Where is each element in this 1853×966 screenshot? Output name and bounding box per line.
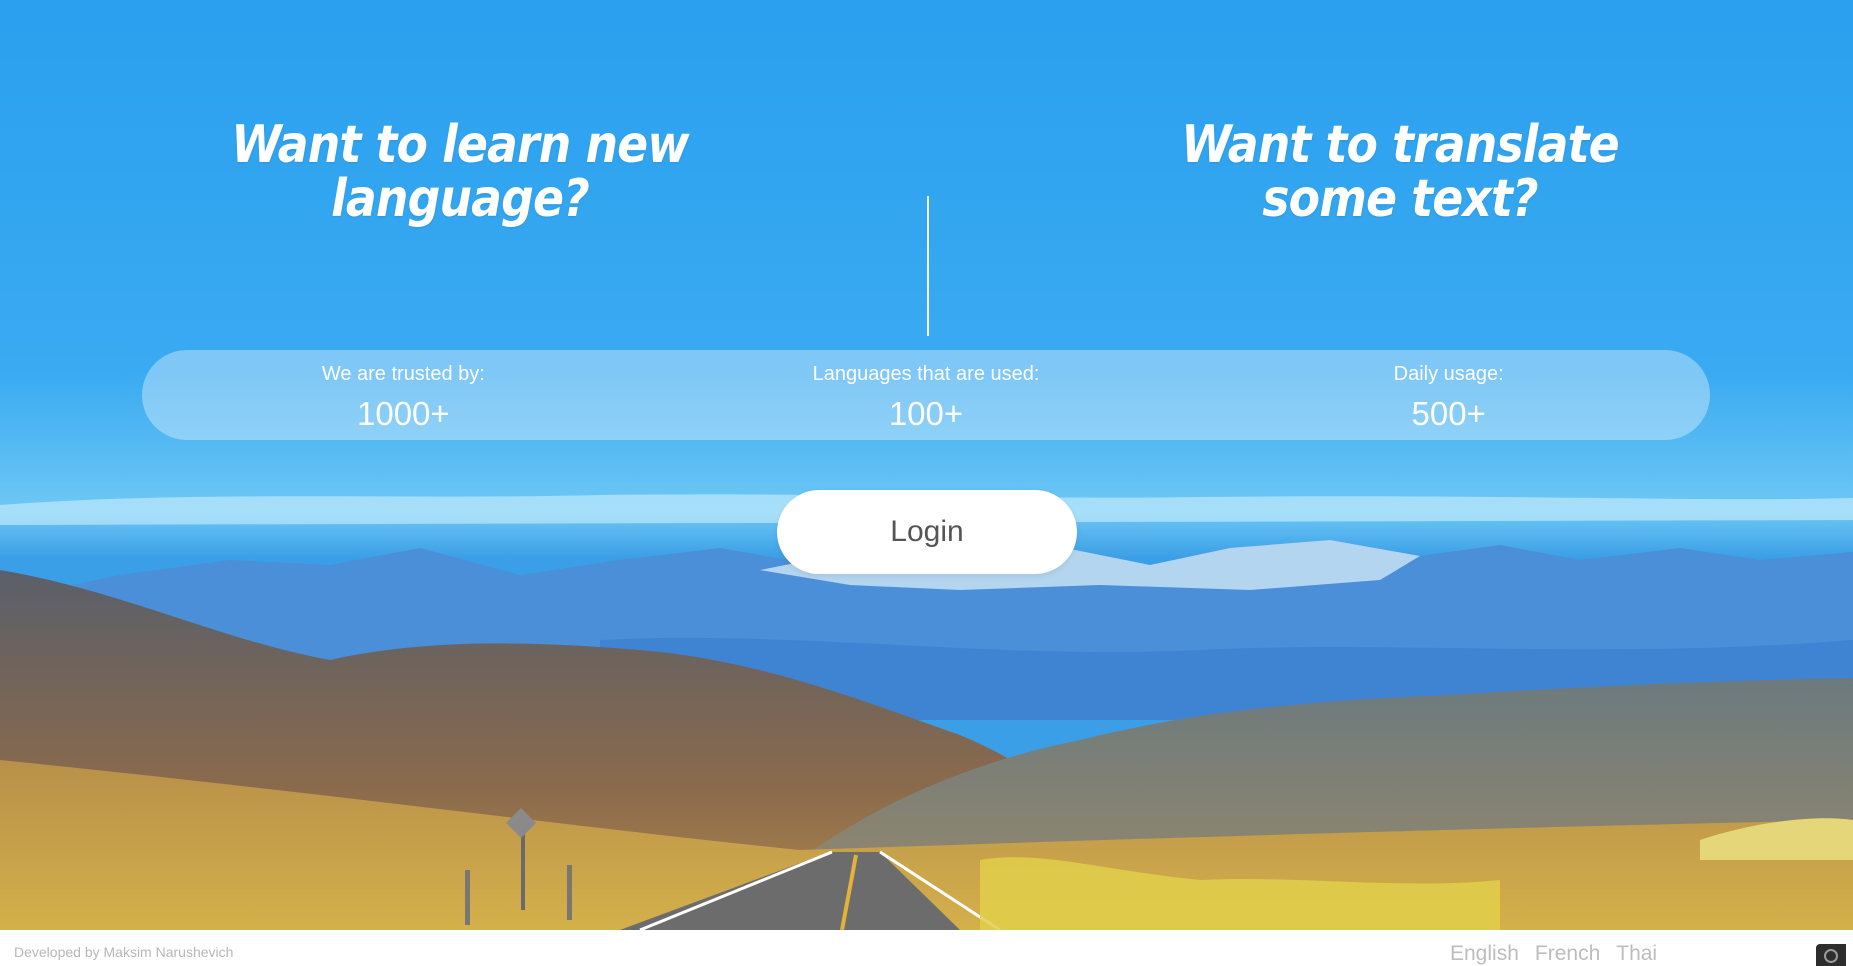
stat-value: 500+ <box>1411 395 1486 432</box>
language-link-english[interactable]: English <box>1450 942 1519 966</box>
stat-value: 100+ <box>888 395 964 432</box>
stat-trusted: We are trusted by: 1000+ <box>142 350 665 440</box>
language-link-french[interactable]: French <box>1535 942 1600 966</box>
developer-credit: Developed by Maksim Narushevich <box>14 944 234 960</box>
stat-label: We are trusted by: <box>321 363 485 385</box>
stat-daily-usage: Daily usage: 500+ <box>1187 350 1710 440</box>
hero-divider <box>927 196 929 336</box>
footer: Developed by Maksim Narushevich English … <box>0 930 1853 966</box>
learn-language-headline: Want to learn new language? <box>231 115 689 229</box>
badge-logo-icon <box>1824 949 1838 963</box>
hero-section: Want to learn new language? Want to tran… <box>0 0 1853 930</box>
stat-value: 1000+ <box>356 395 450 432</box>
language-switcher: English French Thai <box>1450 942 1657 966</box>
stat-label: Daily usage: <box>1393 363 1504 385</box>
stat-label: Languages that are used: <box>812 363 1040 385</box>
login-button[interactable]: Login <box>777 490 1077 574</box>
language-link-thai[interactable]: Thai <box>1616 942 1657 966</box>
stats-panel: We are trusted by: 1000+ Languages that … <box>142 350 1710 440</box>
translate-text-headline: Want to translate some text? <box>1181 115 1619 229</box>
stat-languages: Languages that are used: 100+ <box>665 350 1188 440</box>
corner-badge-icon[interactable] <box>1816 944 1846 966</box>
landing-page: Want to learn new language? Want to tran… <box>0 0 1853 966</box>
